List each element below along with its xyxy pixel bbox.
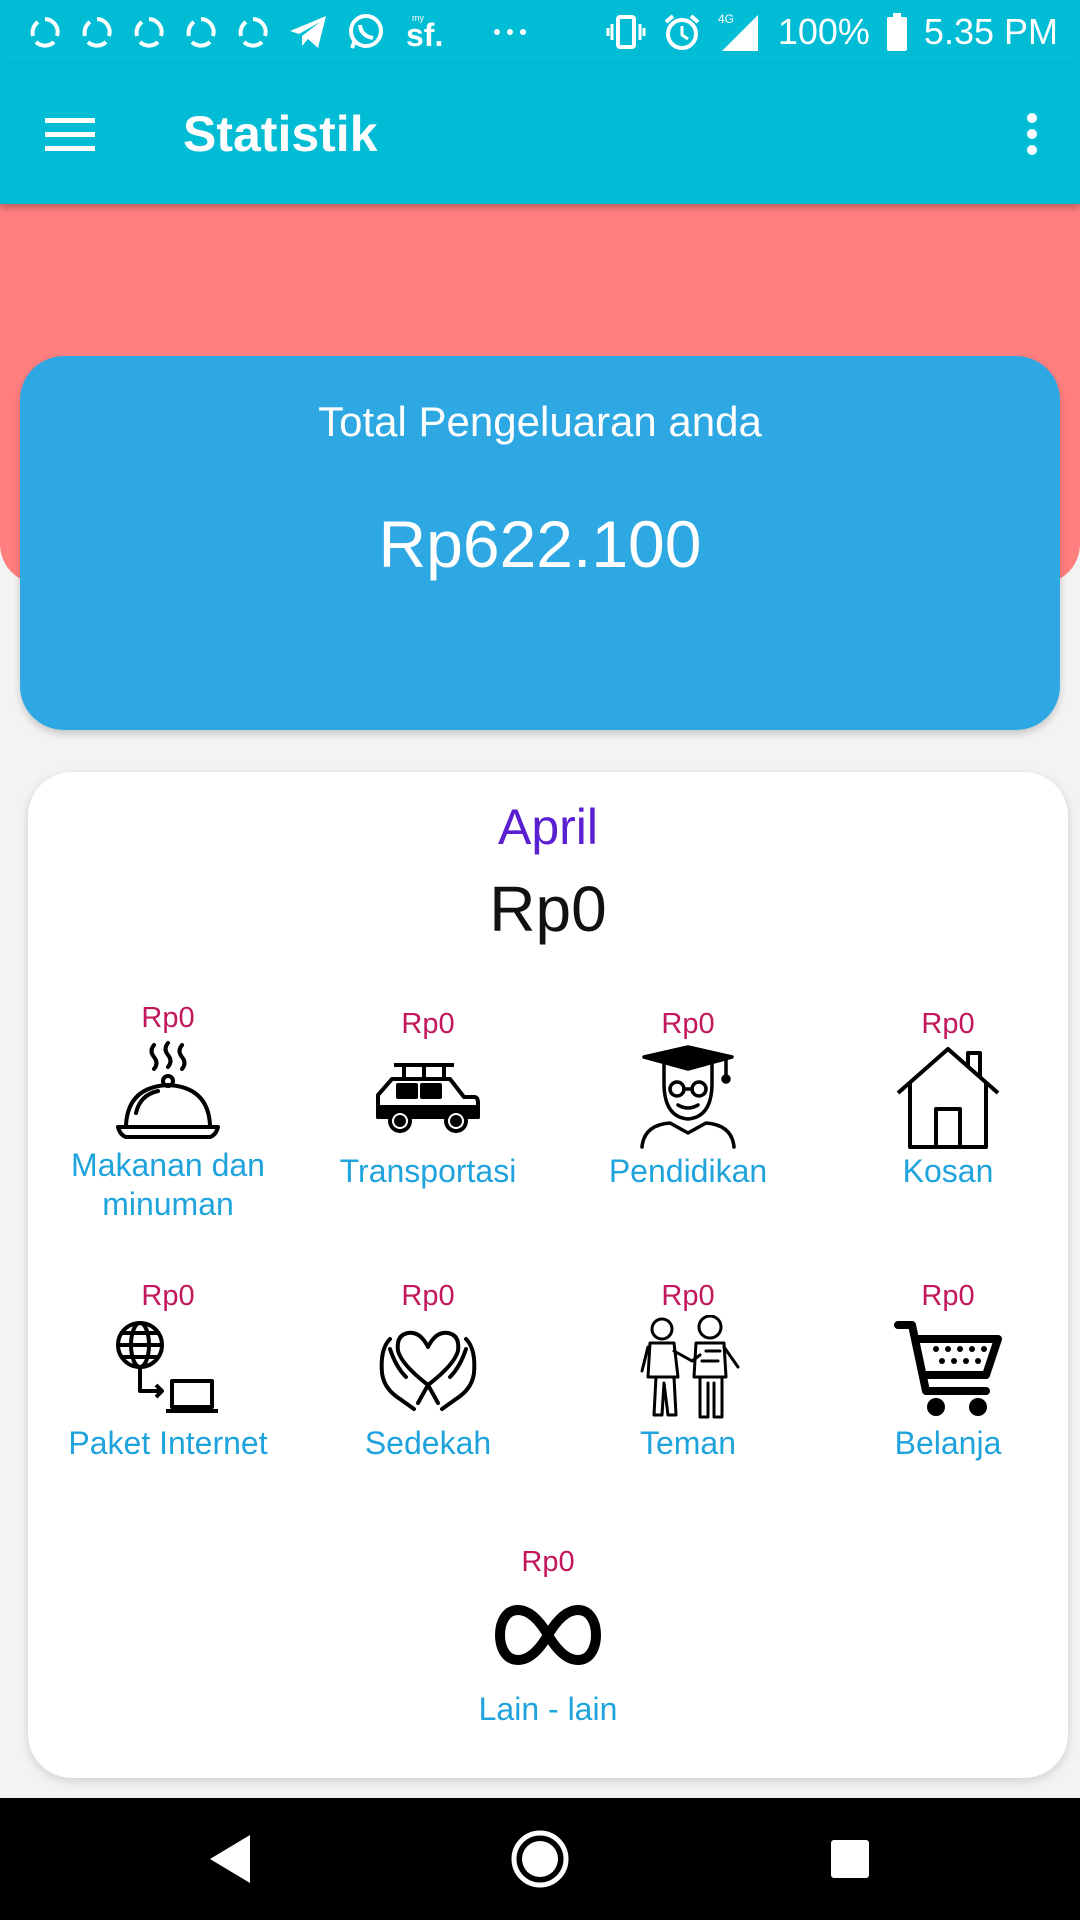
category-amount: Rp0 xyxy=(401,1008,455,1040)
house-icon xyxy=(893,1042,1003,1152)
status-bar: sf. my 4G 100% 5.35 PM xyxy=(0,0,1080,64)
telegram-icon xyxy=(288,10,328,54)
vibrate-icon xyxy=(606,10,646,54)
friends-icon xyxy=(633,1314,743,1424)
category-label: Belanja xyxy=(894,1425,1002,1461)
sync-icon xyxy=(184,10,218,54)
signal-icon: 4G xyxy=(718,10,762,54)
category-sedekah[interactable]: Rp0 Sedekah xyxy=(298,1278,558,1463)
category-label: Teman xyxy=(639,1425,737,1461)
sync-icon xyxy=(28,10,62,54)
back-button[interactable] xyxy=(200,1829,260,1889)
category-teman[interactable]: Rp0 Teman xyxy=(558,1278,818,1463)
svg-text:my: my xyxy=(412,13,424,23)
svg-text:4G: 4G xyxy=(718,12,734,26)
mysf-icon: sf. my xyxy=(404,10,448,54)
category-label: Transportasi xyxy=(339,1153,517,1189)
shopping-cart-icon xyxy=(893,1314,1003,1424)
hamburger-menu-icon xyxy=(45,118,95,151)
category-amount: Rp0 xyxy=(401,1280,455,1312)
food-cloche-icon xyxy=(113,1036,223,1146)
category-amount: Rp0 xyxy=(921,1280,975,1312)
battery-percent: 100% xyxy=(777,11,870,52)
notification-icons: sf. my xyxy=(28,10,528,54)
recents-button[interactable] xyxy=(820,1829,880,1889)
category-label: Lain - lain xyxy=(478,1691,618,1727)
battery-icon xyxy=(886,10,908,54)
sync-icon xyxy=(236,10,270,54)
category-amount: Rp0 xyxy=(141,1002,195,1034)
home-circle-icon xyxy=(511,1830,569,1888)
system-navigation-bar xyxy=(0,1798,1080,1920)
month-total: Rp0 xyxy=(489,873,607,945)
category-transportasi[interactable]: Rp0 Transportasi xyxy=(298,1006,558,1191)
category-amount: Rp0 xyxy=(661,1008,715,1040)
back-triangle-icon xyxy=(210,1835,250,1883)
sync-icon xyxy=(80,10,114,54)
more-notifications-icon xyxy=(492,10,528,54)
category-amount: Rp0 xyxy=(921,1008,975,1040)
category-label: Kosan xyxy=(902,1153,994,1189)
graduate-icon xyxy=(633,1042,743,1152)
more-vertical-icon xyxy=(1027,113,1037,155)
overflow-menu-button[interactable] xyxy=(1008,100,1056,168)
alarm-icon xyxy=(662,10,702,54)
total-expense-amount: Rp622.100 xyxy=(378,507,702,581)
charity-hands-icon xyxy=(373,1314,483,1424)
total-expense-card: Total Pengeluaran anda Rp622.100 xyxy=(20,356,1060,730)
internet-icon xyxy=(113,1314,223,1424)
infinity-icon xyxy=(493,1580,603,1690)
app-bar: Statistik xyxy=(0,64,1080,204)
system-icons: 4G 100% 5.35 PM xyxy=(606,10,1058,54)
category-amount: Rp0 xyxy=(661,1280,715,1312)
clock: 5.35 PM xyxy=(923,11,1058,52)
category-amount: Rp0 xyxy=(141,1280,195,1312)
category-kosan[interactable]: Rp0 Kosan xyxy=(818,1006,1078,1191)
category-label: Paket Internet xyxy=(68,1425,268,1461)
total-expense-label: Total Pengeluaran anda xyxy=(318,398,762,445)
month-name: April xyxy=(497,799,599,855)
recents-square-icon xyxy=(831,1840,869,1878)
category-amount: Rp0 xyxy=(521,1546,575,1578)
month-summary-card: April Rp0 Rp0 Makanan dan minuman Rp0 Tr… xyxy=(28,772,1068,1778)
category-paket-internet[interactable]: Rp0 Paket Internet xyxy=(38,1278,298,1463)
category-pendidikan[interactable]: Rp0 Pendidikan xyxy=(558,1006,818,1191)
category-label: Pendidikan xyxy=(608,1153,768,1189)
category-label: Sedekah xyxy=(364,1425,492,1461)
page-title: Statistik xyxy=(183,106,378,162)
sync-icon xyxy=(132,10,166,54)
category-lain-lain[interactable]: Rp0 Lain - lain xyxy=(418,1544,678,1729)
category-makanan[interactable]: Rp0 Makanan dan minuman xyxy=(38,1000,298,1224)
menu-button[interactable] xyxy=(40,104,100,164)
home-button[interactable] xyxy=(510,1829,570,1889)
category-belanja[interactable]: Rp0 Belanja xyxy=(818,1278,1078,1463)
whatsapp-icon xyxy=(346,10,386,54)
category-label: Makanan dan minuman xyxy=(71,1147,265,1222)
car-icon xyxy=(373,1042,483,1152)
